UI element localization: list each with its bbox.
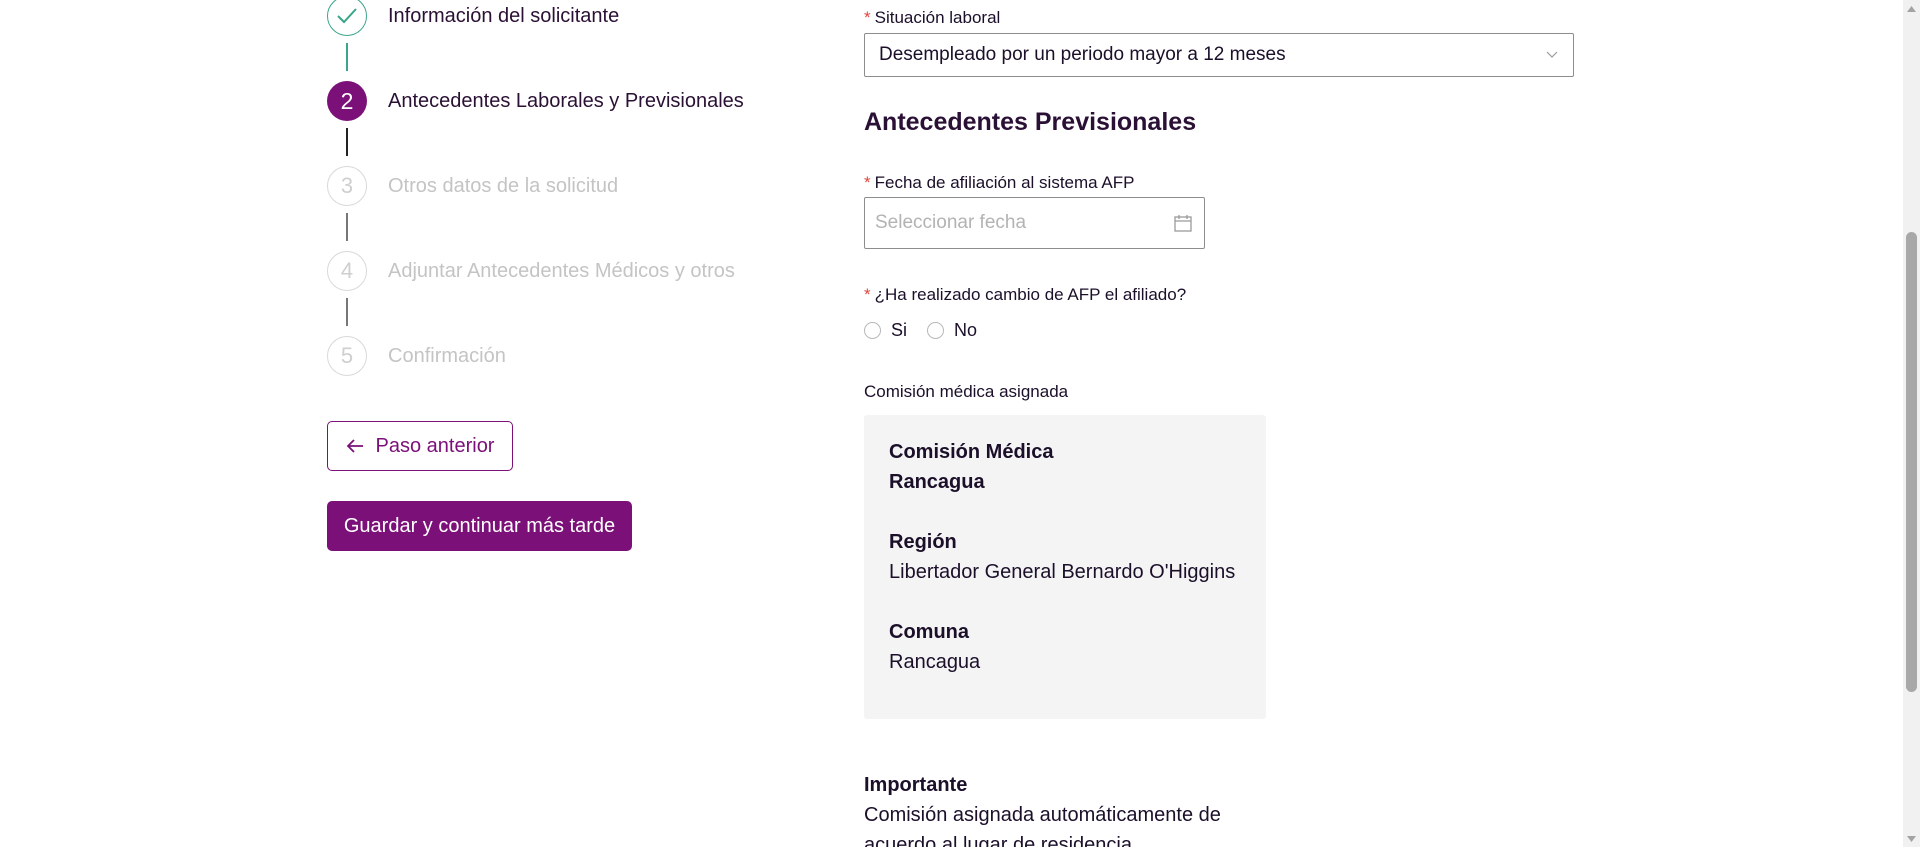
step-3-circle: 3 bbox=[327, 166, 367, 206]
afp-date-label: * Fecha de afiliación al sistema AFP bbox=[864, 173, 1135, 192]
required-marker: * bbox=[864, 8, 871, 27]
afp-date-input[interactable]: Seleccionar fecha bbox=[864, 197, 1205, 249]
commission-label: Comisión médica asignada bbox=[864, 382, 1069, 401]
required-marker: * bbox=[864, 173, 871, 192]
save-continue-later-button[interactable]: Guardar y continuar más tarde bbox=[327, 501, 632, 551]
afp-date-placeholder: Seleccionar fecha bbox=[875, 212, 1027, 233]
important-text: Comisión asignada automáticamente de acu… bbox=[864, 804, 1221, 847]
step-connector-1 bbox=[346, 43, 348, 71]
radio-si[interactable]: Si bbox=[864, 320, 907, 341]
commission-card: Comisión Médica Rancagua Región Libertad… bbox=[864, 415, 1266, 719]
previous-step-button[interactable]: Paso anterior bbox=[327, 421, 513, 471]
step-1: Información del solicitante bbox=[327, 0, 619, 36]
important-title: Importante bbox=[864, 774, 968, 796]
comuna-label: Comuna bbox=[889, 621, 969, 643]
section-title: Antecedentes Previsionales bbox=[864, 108, 1197, 136]
calendar-icon bbox=[1174, 215, 1192, 232]
region-label: Región bbox=[889, 531, 957, 553]
step-5: 5 Confirmación bbox=[327, 336, 506, 376]
previous-step-label: Paso anterior bbox=[375, 434, 495, 457]
scrollbar-thumb[interactable] bbox=[1906, 232, 1917, 692]
step-2: 2 Antecedentes Laborales y Previsionales bbox=[327, 81, 744, 121]
afp-change-label: * ¿Ha realizado cambio de AFP el afiliado… bbox=[864, 285, 1187, 304]
radio-si-label: Si bbox=[891, 320, 908, 340]
step-4-circle: 4 bbox=[327, 251, 367, 291]
arrow-left-icon bbox=[346, 438, 364, 454]
radio-si-circle[interactable] bbox=[864, 322, 881, 339]
employment-status-value: Desempleado por un periodo mayor a 12 me… bbox=[879, 44, 1286, 65]
step-connector-4 bbox=[346, 298, 348, 326]
scroll-up-icon[interactable] bbox=[1903, 0, 1920, 17]
radio-no[interactable]: No bbox=[927, 320, 977, 341]
employment-status-select[interactable]: Desempleado por un periodo mayor a 12 me… bbox=[864, 33, 1574, 77]
region-value: Libertador General Bernardo O'Higgins bbox=[889, 561, 1236, 583]
afp-change-radio-group: Si No bbox=[864, 320, 997, 341]
required-marker: * bbox=[864, 285, 871, 304]
step-3-label: Otros datos de la solicitud bbox=[388, 174, 619, 197]
step-1-circle bbox=[327, 0, 367, 36]
step-4: 4 Adjuntar Antecedentes Médicos y otros bbox=[327, 251, 735, 291]
vertical-scrollbar[interactable] bbox=[1903, 0, 1920, 847]
employment-status-label: * Situación laboral bbox=[864, 8, 1001, 27]
step-1-label: Información del solicitante bbox=[388, 4, 620, 27]
radio-no-circle[interactable] bbox=[927, 322, 945, 339]
step-5-label: Confirmación bbox=[388, 344, 506, 367]
step-connector-2 bbox=[346, 128, 348, 156]
step-connector-3 bbox=[346, 213, 348, 241]
step-2-label: Antecedentes Laborales y Previsionales bbox=[388, 89, 744, 112]
chevron-down-icon bbox=[1546, 51, 1558, 58]
radio-no-label: No bbox=[954, 320, 978, 340]
commission-name: Comisión Médica Rancagua bbox=[889, 441, 1054, 493]
step-2-circle: 2 bbox=[327, 81, 367, 121]
important-note: Importante Comisión asignada automáticam… bbox=[864, 770, 1264, 847]
step-3: 3 Otros datos de la solicitud bbox=[327, 166, 618, 206]
step-4-label: Adjuntar Antecedentes Médicos y otros bbox=[388, 259, 735, 282]
scroll-down-icon[interactable] bbox=[1903, 830, 1920, 847]
check-icon bbox=[337, 8, 357, 24]
step-5-circle: 5 bbox=[327, 336, 367, 376]
comuna-value: Rancagua bbox=[889, 651, 981, 673]
